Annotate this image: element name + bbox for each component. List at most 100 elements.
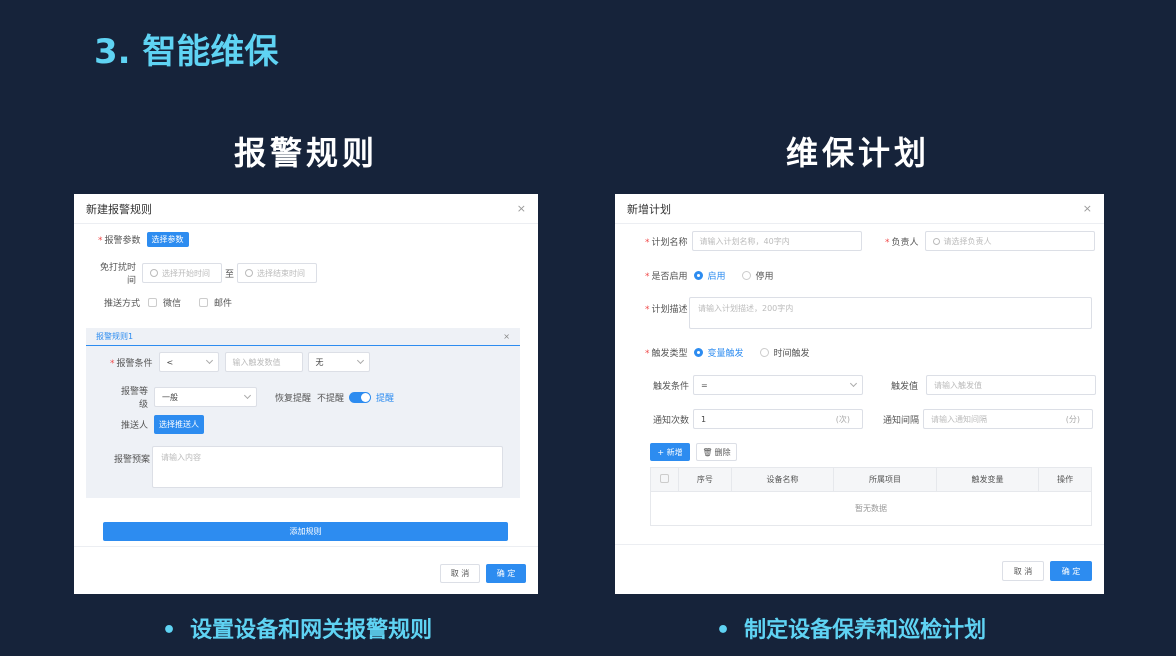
- unit-select[interactable]: 无: [307, 352, 370, 372]
- clock-icon: [150, 269, 158, 277]
- email-checkbox[interactable]: [199, 298, 209, 307]
- quiet-time-row: 免打扰时间 选择开始时间 至 选择结束时间: [98, 260, 318, 286]
- desc-textarea[interactable]: 请输入计划描述，200字内: [689, 297, 1092, 329]
- dialog-title: 新增计划: [627, 202, 671, 216]
- chevron-down-icon: [243, 391, 252, 400]
- column-header: 触发变量: [935, 467, 1040, 492]
- trash-icon: 🗑: [702, 447, 713, 457]
- level-row: 报警等级 一般 恢复提醒 不提醒 提醒: [114, 384, 394, 410]
- dialog-footer-divider: [615, 544, 1104, 545]
- plan-name-label: * 计划名称: [645, 237, 688, 248]
- table-row: 暂无数据: [650, 491, 1092, 526]
- slide-title: 3. 智能维保: [94, 32, 279, 72]
- notify-interval-label: 通知间隔: [883, 415, 920, 426]
- enable-off-label: 停用: [755, 272, 774, 282]
- enable-on-radio[interactable]: [693, 271, 703, 280]
- condition-row: * 报警条件 < 输入触发数值 无: [110, 352, 370, 372]
- enable-row: * 是否启用 启用 停用: [645, 269, 774, 282]
- notify-count-unit: (次): [835, 414, 851, 424]
- trigger-value-input[interactable]: 请输入触发值: [926, 375, 1097, 395]
- close-icon[interactable]: ×: [1083, 202, 1092, 215]
- owner-input[interactable]: 请选择负责人: [924, 231, 1095, 251]
- pusher-row: 推送人 选择推送人: [120, 415, 204, 434]
- pusher-label: 推送人: [120, 421, 148, 431]
- column-header: 操作: [1038, 467, 1092, 492]
- wechat-checkbox[interactable]: [148, 298, 158, 307]
- end-time-input[interactable]: 选择结束时间: [237, 263, 318, 283]
- recover-label: 恢复提醒: [275, 393, 312, 404]
- clock-icon: [245, 269, 254, 277]
- confirm-button[interactable]: 确 定: [486, 564, 526, 583]
- maintenance-plan-heading: 维保计划: [786, 134, 931, 172]
- alarm-rule-panel: 报警规则1 × * 报警条件 < 输入触发数值 无 报警等级 一般 恢复提醒 不提…: [86, 328, 520, 498]
- rule-panel-header: 报警规则1 ×: [86, 328, 520, 346]
- notify-count-row: 通知次数 1 (次): [653, 409, 864, 429]
- trigger-time-radio[interactable]: [759, 348, 769, 357]
- trigger-cond-row: 触发条件 =: [653, 375, 864, 395]
- select-param-button[interactable]: 选择参数: [146, 232, 189, 247]
- notify-interval-unit: (分): [1065, 414, 1081, 424]
- search-icon: [932, 237, 940, 245]
- quiet-time-label: 免打扰时间: [99, 263, 136, 286]
- select-all-cell: [650, 467, 679, 492]
- column-header: 序号: [678, 467, 732, 492]
- threshold-input[interactable]: 输入触发数值: [224, 352, 303, 372]
- param-row: * 报警参数 选择参数: [98, 232, 189, 247]
- owner-row: * 负责人 请选择负责人: [885, 231, 1095, 251]
- push-method-label: 推送方式: [104, 299, 141, 309]
- confirm-button[interactable]: 确 定: [1050, 561, 1092, 581]
- left-bullet-text: 设置设备和网关报警规则: [190, 618, 433, 643]
- bullet-dot-icon: •: [716, 618, 731, 643]
- param-label: * 报警参数: [98, 236, 141, 246]
- owner-label: * 负责人: [885, 237, 919, 248]
- alarm-rule-dialog: 新建报警规则 × * 报警参数 选择参数 免打扰时间 选择开始时间 至 选择结束时…: [74, 194, 538, 594]
- dialog-title: 新建报警规则: [86, 202, 152, 216]
- plan-name-input[interactable]: 请输入计划名称，40字内: [691, 231, 862, 251]
- plan-label: 报警预案: [114, 455, 151, 465]
- trigger-cond-select[interactable]: =: [693, 375, 864, 395]
- left-bullet: • 设置设备和网关报警规则: [162, 612, 432, 644]
- select-pusher-button[interactable]: 选择推送人: [154, 415, 204, 434]
- name-row: * 计划名称 请输入计划名称，40字内: [645, 231, 862, 251]
- notify-count-input[interactable]: 1 (次): [693, 409, 864, 429]
- cancel-button[interactable]: 取 消: [440, 564, 480, 583]
- trigger-cond-label: 触发条件: [653, 381, 690, 392]
- trigger-type-row: * 触发类型 变量触发 时间触发: [645, 346, 810, 359]
- dialog-header: 新增计划: [615, 194, 1104, 224]
- condition-operator-select[interactable]: <: [158, 352, 219, 372]
- cancel-button[interactable]: 取 消: [1002, 561, 1044, 581]
- notify-count-label: 通知次数: [653, 415, 690, 426]
- table-header-row: 序号 设备名称 所属项目 触发变量 操作: [650, 467, 1092, 492]
- close-icon[interactable]: ×: [503, 332, 510, 341]
- right-bullet-text: 制定设备保养和巡检计划: [744, 618, 987, 643]
- notify-interval-input[interactable]: 请输入通知间隔 (分): [923, 409, 1094, 429]
- close-icon[interactable]: ×: [517, 202, 526, 215]
- add-button[interactable]: + 新增: [650, 443, 690, 461]
- dialog-header: 新建报警规则: [74, 194, 538, 224]
- trigger-value-label: 触发值: [891, 381, 919, 392]
- select-all-checkbox[interactable]: [660, 474, 669, 483]
- trigger-var-radio[interactable]: [693, 348, 703, 357]
- chevron-down-icon: [849, 379, 858, 388]
- email-label: 邮件: [214, 299, 233, 309]
- remind-label: 提醒: [376, 393, 395, 404]
- start-time-input[interactable]: 选择开始时间: [142, 263, 222, 283]
- to-label: 至: [225, 269, 235, 280]
- chevron-down-icon: [356, 356, 364, 365]
- delete-button[interactable]: 🗑 删除: [696, 443, 737, 461]
- recover-toggle[interactable]: [349, 391, 372, 403]
- chevron-down-icon: [205, 356, 213, 365]
- maintenance-plan-dialog: 新增计划 × * 计划名称 请输入计划名称，40字内 * 负责人 请选择负责人 * 是…: [615, 194, 1104, 594]
- level-label: 报警等级: [120, 387, 148, 410]
- device-table: 序号 设备名称 所属项目 触发变量 操作 暂无数据: [650, 467, 1092, 526]
- column-header: 设备名称: [730, 467, 835, 492]
- level-select[interactable]: 一般: [154, 387, 257, 407]
- enable-off-radio[interactable]: [741, 271, 751, 280]
- plan-textarea[interactable]: 请输入内容: [152, 446, 503, 488]
- column-header: 所属项目: [833, 467, 937, 492]
- add-rule-button[interactable]: 添加规则: [103, 522, 508, 541]
- desc-label: * 计划描述: [645, 305, 688, 315]
- trigger-time-label: 时间触发: [773, 349, 810, 359]
- wechat-label: 微信: [163, 299, 182, 309]
- push-method-row: 推送方式 微信 邮件: [104, 296, 232, 309]
